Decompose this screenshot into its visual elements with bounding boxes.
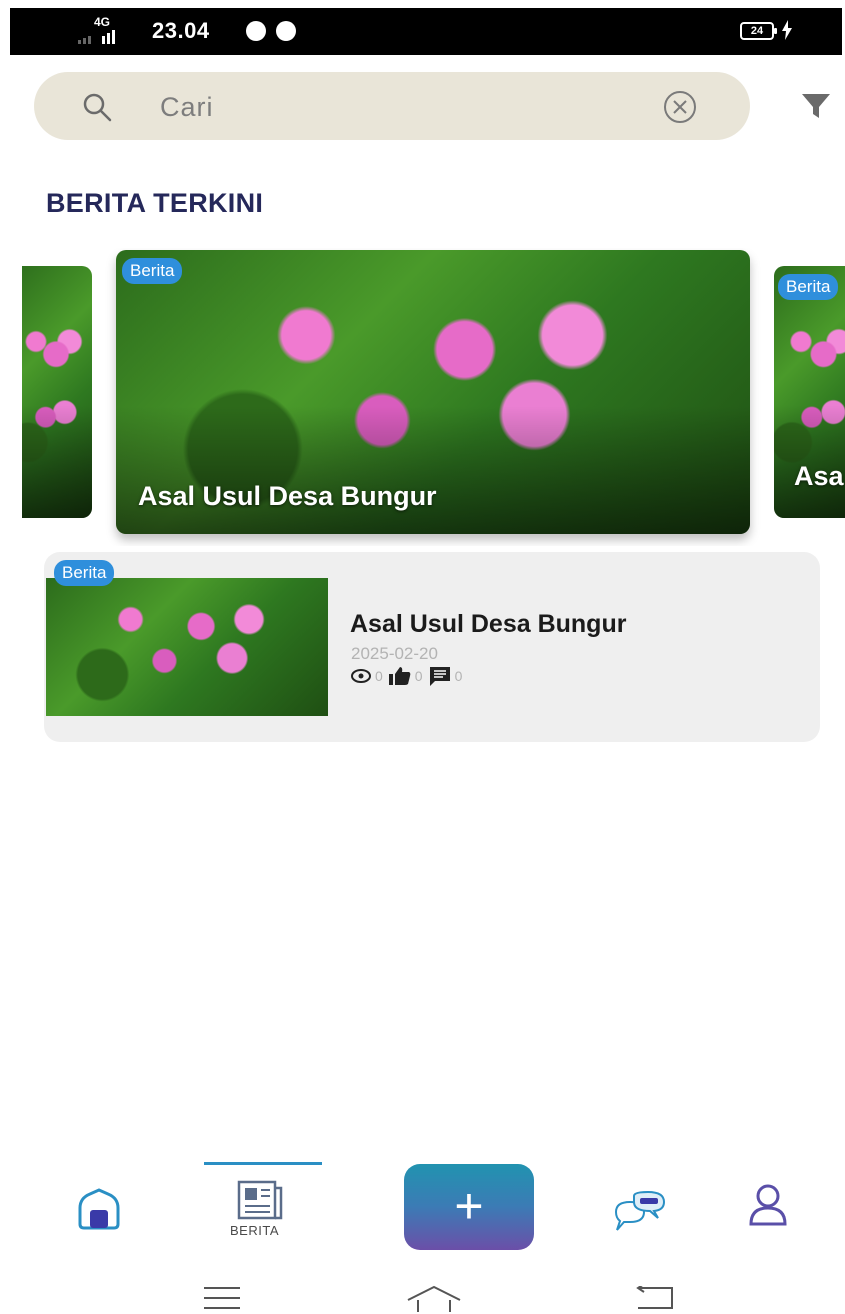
slide-title: Asal Usul Desa Bungur	[138, 481, 437, 511]
search-bar[interactable]	[34, 72, 750, 140]
news-list-item[interactable]: Berita Asal Usul Desa Bungur 2025-02-20 …	[44, 552, 820, 742]
chat-app-icon	[246, 21, 266, 41]
add-button[interactable]: +	[404, 1164, 534, 1250]
thumbs-up-icon	[388, 667, 411, 685]
menu-icon[interactable]	[202, 1286, 242, 1310]
compass-app-icon	[276, 21, 296, 41]
home-icon[interactable]	[76, 1188, 122, 1230]
network-type: 4G	[94, 15, 111, 29]
news-date: 2025-02-20	[351, 644, 438, 663]
search-icon	[83, 93, 112, 122]
comment-icon	[429, 667, 450, 686]
search-input[interactable]	[158, 84, 642, 130]
active-tab-indicator	[204, 1162, 322, 1165]
charging-icon	[782, 20, 792, 40]
comments-count: 0	[454, 668, 463, 684]
category-badge: Berita	[54, 560, 115, 586]
chat-icon[interactable]	[612, 1190, 668, 1234]
likes-count: 0	[414, 668, 423, 684]
tab-berita-label: BERITA	[230, 1223, 279, 1238]
carousel-slide-next[interactable]: Asa	[774, 266, 845, 518]
back-icon[interactable]	[636, 1286, 676, 1310]
eye-icon	[351, 669, 371, 683]
news-carousel[interactable]: Asal Usul Desa Bungur Berita Asa Berita	[22, 248, 845, 546]
category-badge: Berita	[122, 258, 183, 284]
section-title: BERITA TERKINI	[46, 188, 264, 218]
clear-icon[interactable]	[662, 89, 698, 125]
status-time: 23.04	[152, 18, 210, 43]
slide-title: Asa	[794, 461, 844, 491]
carousel-slide-previous[interactable]	[22, 266, 92, 518]
news-thumbnail	[46, 578, 328, 716]
carousel-slide-current[interactable]: Asal Usul Desa Bungur	[116, 250, 750, 534]
news-stats: 0 0 0	[351, 666, 468, 686]
profile-icon[interactable]	[748, 1184, 788, 1226]
system-home-icon[interactable]	[404, 1284, 464, 1312]
signal-icon	[78, 30, 115, 44]
category-badge: Berita	[778, 274, 839, 300]
battery-icon: 24	[740, 22, 777, 40]
views-count: 0	[375, 668, 383, 684]
status-bar: 4G 23.04 24	[10, 8, 842, 55]
filter-icon[interactable]	[800, 92, 832, 122]
news-title: Asal Usul Desa Bungur	[350, 610, 627, 638]
newspaper-icon	[237, 1180, 283, 1220]
